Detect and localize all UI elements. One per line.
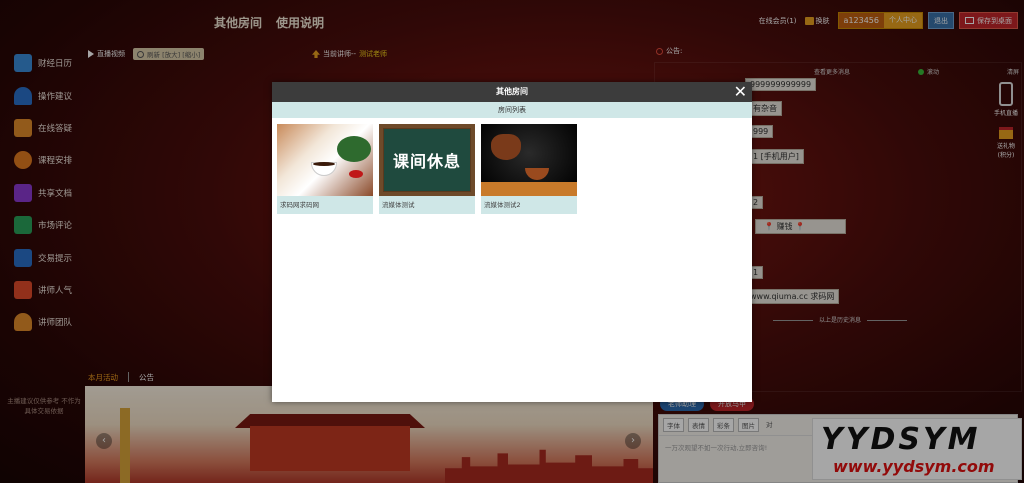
leaves-decoration [337,136,371,162]
room-card[interactable]: 求码网求码网 [277,124,373,214]
room-name: 求码网求码网 [280,201,319,209]
close-icon[interactable]: ✕ [734,82,747,102]
other-rooms-modal: 其他房间 ✕ 房间列表 求码网求码网 课间休息 流媒体测试 流媒体测试2 [272,82,752,402]
room-name: 流媒体测试2 [484,201,521,209]
room-thumbnail-blackboard: 课间休息 [379,124,475,196]
room-name: 流媒体测试 [382,201,415,209]
tea-cup [525,168,549,180]
modal-header: 其他房间 ✕ [272,82,752,102]
berries-decoration [349,170,363,178]
blackboard-text: 课间休息 [383,128,471,192]
room-card[interactable]: 流媒体测试2 [481,124,577,214]
room-card[interactable]: 课间休息 流媒体测试 [379,124,475,214]
modal-title: 其他房间 [496,87,528,96]
room-thumbnail-tea [481,124,577,196]
teapot [491,134,521,160]
room-list-header: 房间列表 [272,102,752,118]
coffee-surface [313,162,335,166]
table-surface [481,182,577,196]
room-thumbnail-coffee [277,124,373,196]
room-list: 求码网求码网 课间休息 流媒体测试 流媒体测试2 [272,118,752,220]
